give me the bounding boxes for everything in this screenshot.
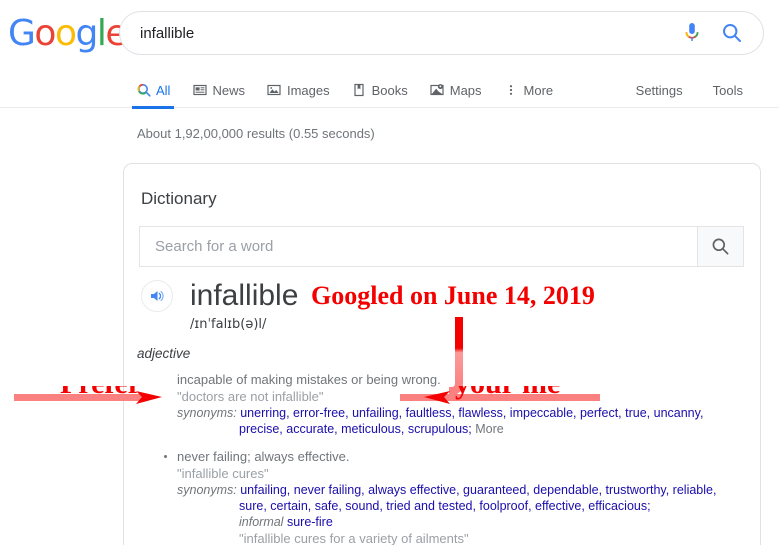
example-text: "infallible cures" [177,466,269,481]
word-header: infallible [141,280,298,312]
news-icon [192,83,207,98]
search-nav-bar: All News Images Books Maps More Settings… [0,72,779,109]
search-tabs: All News Images Books Maps More [131,72,575,109]
example-text-2: "infallible cures for a variety of ailme… [239,531,469,545]
synonyms-line-1[interactable]: unfailing, never failing, always effecti… [240,483,716,497]
synonyms-line-1[interactable]: unerring, error-free, unfailing, faultle… [240,406,703,420]
annotation-date-note: Googled on June 14, 2019 [311,281,595,310]
synonyms-row: synonyms: unfailing, never failing, alwa… [177,482,752,530]
tab-books[interactable]: Books [352,72,408,108]
tab-all-label: All [156,82,171,98]
synonyms-row: synonyms: unerring, error-free, unfailin… [177,405,752,437]
map-pin-icon [430,83,445,98]
settings-link[interactable]: Settings [636,83,683,98]
tools-link[interactable]: Tools [713,83,743,98]
annotation-right-note: your me [455,386,560,401]
synonyms-more-link[interactable]: More [475,422,503,436]
microphone-icon[interactable] [677,18,707,48]
synonyms-line-2[interactable]: precise, accurate, meticulous, scrupulou… [239,422,472,436]
synonyms-line-2[interactable]: sure, certain, safe, sound, tried and te… [239,499,651,513]
tab-images[interactable]: Images [267,72,330,108]
page-header: Google infallible [0,0,779,68]
bullet-icon [164,455,167,458]
search-icon [712,238,729,255]
sense-item: never failing; always effective. "infall… [137,449,752,545]
search-submit-icon[interactable] [717,18,747,48]
tab-images-label: Images [286,82,330,98]
phonetic-transcription: /ɪnˈfalɪb(ə)l/ [190,317,267,332]
part-of-speech: adjective [137,346,191,361]
search-input[interactable]: infallible [120,25,677,42]
headword: infallible [190,279,299,312]
speaker-icon[interactable] [141,280,173,312]
dictionary-search[interactable]: Search for a word [139,226,744,267]
tab-more-label: More [523,82,554,98]
book-icon [352,83,367,98]
dictionary-title: Dictionary [141,189,217,208]
tab-more[interactable]: More [504,72,554,108]
annotation-left-note: Prefer [60,386,141,401]
informal-synonym[interactable]: sure-fire [287,515,333,529]
tab-maps[interactable]: Maps [430,72,482,108]
tab-maps-label: Maps [449,82,482,98]
tab-all[interactable]: All [131,72,175,109]
annotation-right-arrow: your me [400,386,630,408]
dictionary-search-button[interactable] [697,226,744,267]
logo-letter-l: l [96,13,107,54]
tab-books-label: Books [371,82,408,98]
search-bar[interactable]: infallible [119,11,764,55]
google-logo[interactable]: Google [8,13,127,54]
logo-letter-o2: o [54,13,77,54]
dictionary-card: Dictionary Search for a word infallible … [123,163,761,545]
tab-news-label: News [212,82,245,98]
nav-right-links: Settings Tools [636,72,743,108]
tab-news[interactable]: News [192,72,245,108]
synonyms-label: synonyms: [177,406,237,420]
definition-text: never failing; always effective. [177,449,350,464]
vertical-dots-icon [504,83,519,98]
logo-letter-o1: o [34,13,56,54]
arrow-head-right-icon [136,391,162,404]
synonyms-label: synonyms: [177,483,237,497]
search-icon [136,83,151,98]
result-stats: About 1,92,00,000 results (0.55 seconds) [137,126,375,141]
logo-letter-g2: g [75,13,98,54]
google-search-results-page: Google infallible All News Images Books … [0,0,779,545]
informal-label: informal [239,515,284,529]
image-icon [267,83,282,98]
dictionary-search-input[interactable]: Search for a word [139,226,697,267]
logo-letter-g1: G [8,13,36,54]
